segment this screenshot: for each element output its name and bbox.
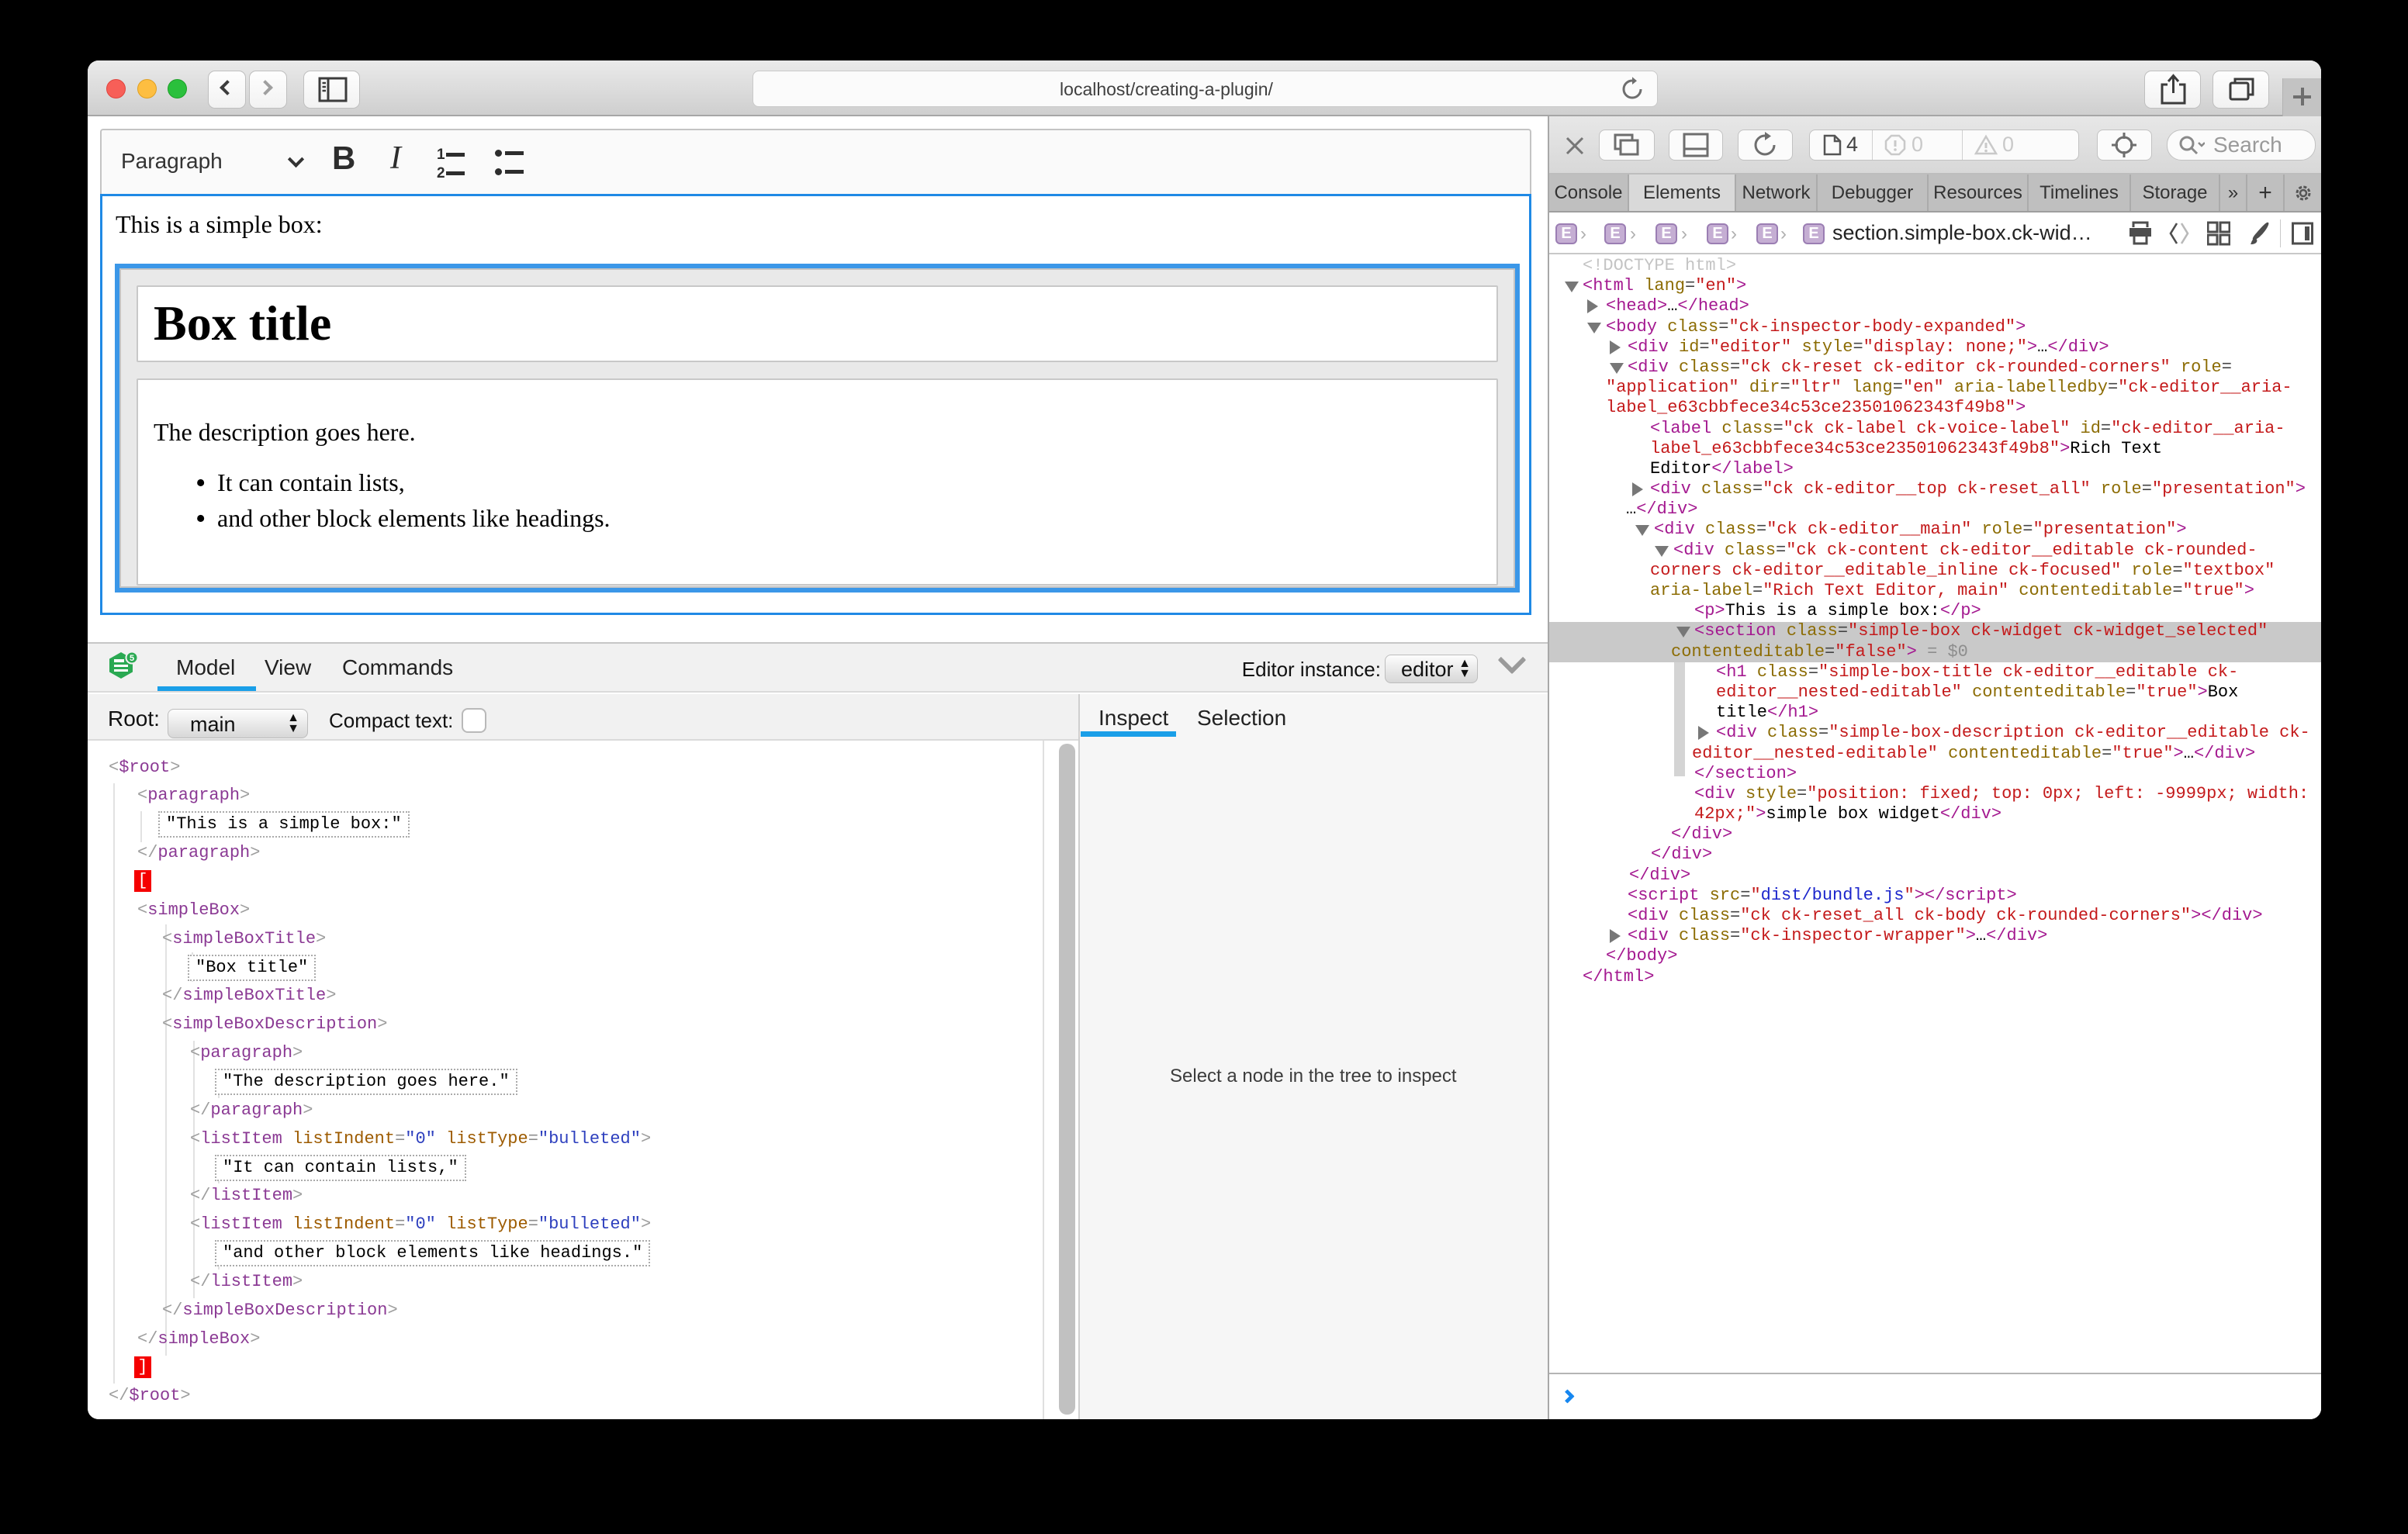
svg-text:5: 5: [130, 654, 134, 663]
